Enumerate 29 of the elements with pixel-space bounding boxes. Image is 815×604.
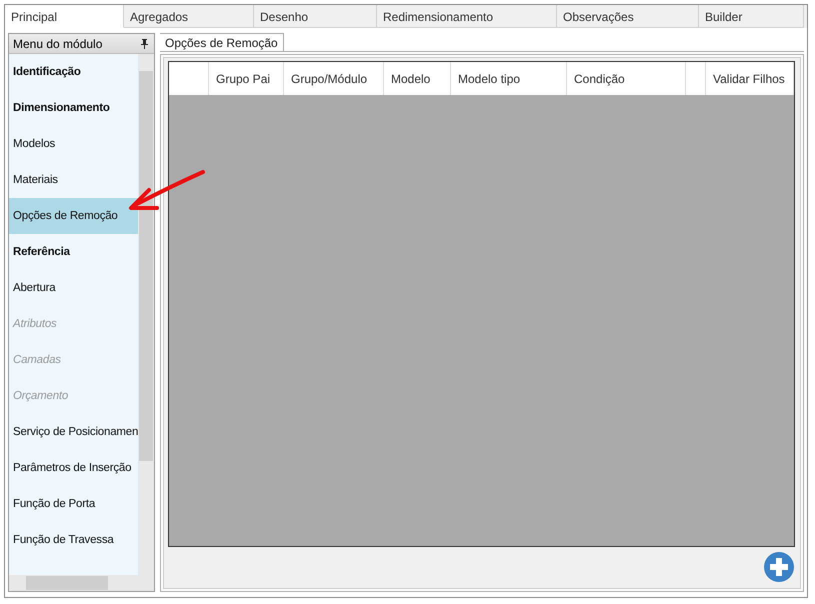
menu-item[interactable]: Abertura <box>9 270 138 306</box>
column-header[interactable]: Grupo/Módulo <box>284 62 384 95</box>
menu-item[interactable]: Referência <box>9 234 138 270</box>
menu-item[interactable]: Função de Travessa <box>9 522 138 558</box>
add-button[interactable] <box>763 551 795 583</box>
tab[interactable]: Opções de Remoção <box>160 33 284 51</box>
pin-icon[interactable] <box>141 38 148 48</box>
column-header[interactable]: Grupo Pai <box>209 62 284 95</box>
tab[interactable]: Redimensionamento <box>377 5 557 28</box>
tab[interactable]: Builder <box>699 5 804 28</box>
menu-item[interactable]: Função de Porta <box>9 486 138 522</box>
menu-item[interactable]: Identificação <box>9 54 138 90</box>
tab[interactable]: Agregados <box>124 5 254 28</box>
tab[interactable]: Principal <box>5 5 124 28</box>
menu-item[interactable]: Serviço de Posicionamen <box>9 414 138 450</box>
tab[interactable]: Observações <box>557 5 699 28</box>
column-header[interactable]: Modelo <box>384 62 451 95</box>
menu-item[interactable]: Parâmetros de Inserção <box>9 450 138 486</box>
column-header[interactable]: Condição <box>567 62 686 95</box>
menu-item[interactable]: Materiais <box>9 162 138 198</box>
horizontal-scrollbar[interactable] <box>9 575 154 591</box>
vertical-scrollbar[interactable] <box>138 54 154 575</box>
column-header[interactable]: Modelo tipo <box>451 62 567 95</box>
menu-item[interactable]: Modelos <box>9 126 138 162</box>
tab[interactable]: Desenho <box>254 5 377 28</box>
menu-item[interactable]: Opções de Remoção <box>9 198 138 234</box>
menu-item[interactable]: Dimensionamento <box>9 90 138 126</box>
panel-title: Menu do módulo <box>13 36 102 50</box>
column-header[interactable]: Validar Filhos <box>706 62 794 95</box>
